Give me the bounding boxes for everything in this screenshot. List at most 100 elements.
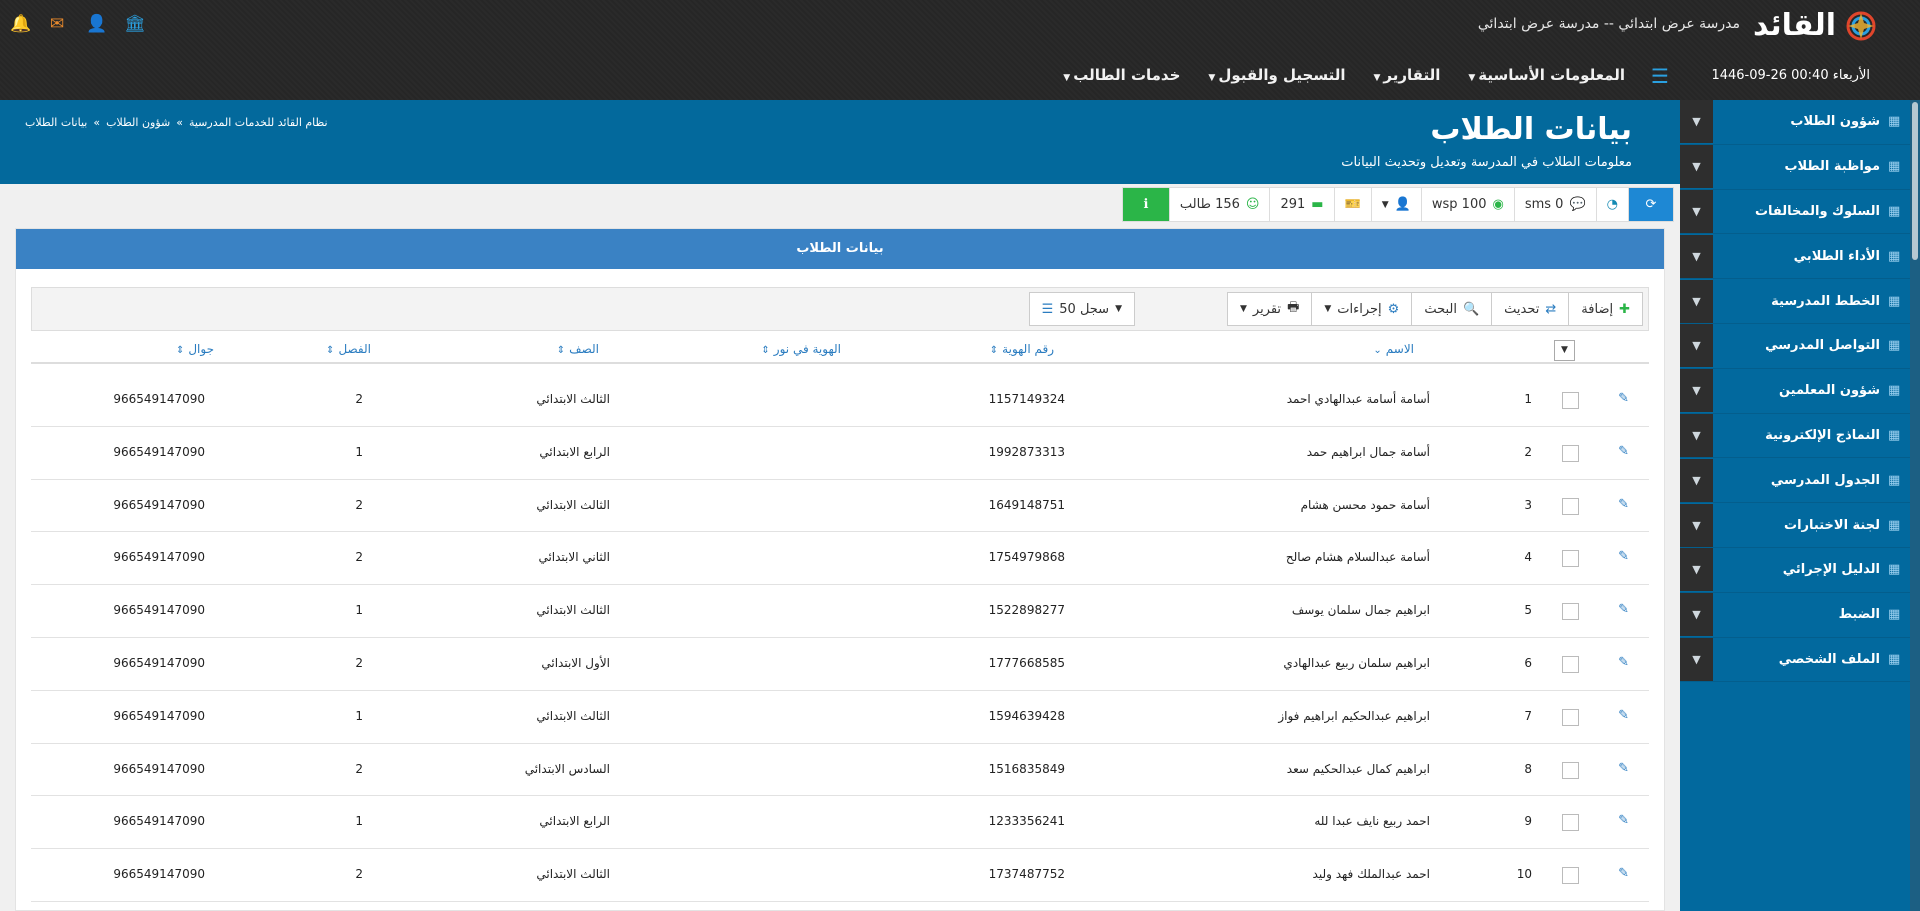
table-row[interactable]: ✎ 2 أسامة جمال ابراهيم حمد 1992873313 الرابع… xyxy=(31,427,1649,480)
column-label: الصف xyxy=(569,342,599,356)
students-counter[interactable]: ☺ 156 طالب xyxy=(1168,188,1270,221)
edit-icon[interactable]: ✎ xyxy=(1618,549,1629,564)
chevron-down-icon[interactable]: ▼ xyxy=(1680,324,1713,368)
row-checkbox[interactable] xyxy=(1562,867,1579,885)
user-icon[interactable]: 👤 xyxy=(86,14,107,34)
chevron-down-icon[interactable]: ▼ xyxy=(1680,458,1713,502)
row-checkbox[interactable] xyxy=(1562,708,1579,726)
scrollbar[interactable] xyxy=(1910,100,1920,911)
ticket-button[interactable]: 🎫 xyxy=(1333,188,1371,221)
column-name[interactable]: ⌄ الاسم xyxy=(1373,342,1414,356)
table-row[interactable]: ✎ 4 أسامة عبدالسلام هشام صالح 1754979868 الث… xyxy=(31,532,1649,586)
table-row[interactable]: ✎ 8 ابراهيم كمال عبدالحكيم سعد 1516835849 ال… xyxy=(31,744,1649,797)
sidebar-item[interactable]: ▼ التواصل المدرسي ▦ xyxy=(1680,324,1920,369)
breadcrumb-separator: » xyxy=(176,116,183,129)
table-row[interactable]: ✎ 6 ابراهيم سلمان ربيع عبدالهادي 1777668585… xyxy=(31,638,1649,691)
column-noor-id[interactable]: ⇕ الهوية في نور xyxy=(761,342,841,356)
sidebar-item[interactable]: ▼ الملف الشخصي ▦ xyxy=(1680,637,1920,683)
row-checkbox[interactable] xyxy=(1562,761,1579,779)
chevron-down-icon[interactable]: ▼ xyxy=(1680,503,1713,547)
row-checkbox[interactable] xyxy=(1562,497,1579,515)
row-checkbox[interactable] xyxy=(1562,444,1579,462)
edit-icon[interactable]: ✎ xyxy=(1618,444,1629,459)
menu-item-student-services[interactable]: خدمات الطالب▼ xyxy=(1063,66,1180,84)
sms-counter[interactable]: 💬 sms 0 xyxy=(1513,188,1596,221)
menu-toggle-icon[interactable]: ☰ xyxy=(1651,64,1669,88)
edit-icon[interactable]: ✎ xyxy=(1618,866,1629,881)
sidebar-item[interactable]: ▼ شؤون الطلاب ▦ xyxy=(1680,100,1920,145)
sidebar-item[interactable]: ▼ الدليل الإجرائي ▦ xyxy=(1680,548,1920,593)
add-button[interactable]: ✚ إضافة xyxy=(1568,292,1643,326)
breadcrumb-item[interactable]: شؤون الطلاب xyxy=(106,116,170,129)
info-button[interactable]: ℹ xyxy=(1122,188,1169,221)
table-row[interactable]: ✎ 10 احمد عبدالملك فهد وليد 1737487752 الثال… xyxy=(31,849,1649,902)
refresh-button[interactable]: ⇄ تحديث xyxy=(1491,292,1570,326)
records-per-page-dropdown[interactable]: ☰ 50 سجل ▼ xyxy=(1028,292,1135,326)
edit-icon[interactable]: ✎ xyxy=(1618,708,1629,723)
sidebar-item[interactable]: ▼ الجدول المدرسي ▦ xyxy=(1680,458,1920,504)
chevron-down-icon[interactable]: ▼ xyxy=(1680,189,1713,233)
student-name: ابراهيم سلمان ربيع عبدالهادي xyxy=(1283,655,1430,670)
edit-icon[interactable]: ✎ xyxy=(1618,761,1629,776)
select-all-dropdown[interactable]: ▼ xyxy=(1554,340,1575,361)
mail-icon[interactable]: ✉ xyxy=(48,14,66,34)
bell-icon[interactable]: 🔔 xyxy=(10,14,31,34)
app-logo[interactable]: القائد xyxy=(1753,8,1878,43)
id-number: 1157149324 xyxy=(988,392,1065,406)
search-button[interactable]: 🔍 البحث xyxy=(1411,292,1493,326)
grade: الثالث الابتدائي xyxy=(536,603,610,618)
reload-button[interactable]: ⟳ xyxy=(1628,188,1673,221)
sidebar-item[interactable]: ▼ شؤون المعلمين ▦ xyxy=(1680,369,1920,414)
chevron-down-icon[interactable]: ▼ xyxy=(1680,593,1713,637)
edit-icon[interactable]: ✎ xyxy=(1618,497,1629,512)
row-checkbox[interactable] xyxy=(1562,392,1579,409)
bank-icon[interactable]: 🏛 xyxy=(124,14,146,34)
ticket-icon: 🎫 xyxy=(1344,197,1361,212)
sidebar-item[interactable]: ▼ السلوك والمخالفات ▦ xyxy=(1680,189,1920,235)
id-number: 1522898277 xyxy=(988,603,1065,618)
sidebar-item-label: الملف الشخصي xyxy=(1778,651,1880,667)
sidebar-item[interactable]: ▼ مواظبة الطلاب ▦ xyxy=(1680,145,1920,190)
menu-item-reports[interactable]: التقارير▼ xyxy=(1374,66,1441,84)
table-row[interactable]: ✎ 3 أسامة حمود محسن هشام 1649148751 الثالث ا… xyxy=(31,480,1649,533)
scrollbar-thumb[interactable] xyxy=(1912,102,1918,260)
chevron-down-icon[interactable]: ▼ xyxy=(1680,100,1713,144)
whatsapp-counter[interactable]: ◉ wsp 100 xyxy=(1420,188,1514,221)
column-grade[interactable]: ⇕ الصف xyxy=(557,342,599,356)
chevron-down-icon[interactable]: ▼ xyxy=(1680,369,1713,413)
menu-item-basic-info[interactable]: المعلومات الأساسية▼ xyxy=(1468,66,1625,84)
row-checkbox[interactable] xyxy=(1562,814,1579,832)
chevron-down-icon[interactable]: ▼ xyxy=(1680,279,1713,323)
column-id-number[interactable]: ⇕ رقم الهوية xyxy=(990,342,1054,356)
sidebar-item[interactable]: ▼ الخطط المدرسية ▦ xyxy=(1680,279,1920,324)
table-row[interactable]: ✎ 1 أسامة أسامة عبدالهادي احمد 1157149324 ال… xyxy=(31,374,1649,427)
dashboard-button[interactable]: ◔ xyxy=(1595,188,1628,221)
sidebar-item[interactable]: ▼ الأداء الطلابي ▦ xyxy=(1680,234,1920,280)
table-row[interactable]: ✎ 9 احمد ربيع نايف عبدا لله 1233356241 الراب… xyxy=(31,796,1649,850)
sidebar-item[interactable]: ▼ النماذج الإلكترونية ▦ xyxy=(1680,413,1920,459)
user-menu-button[interactable]: 👤 ▼ xyxy=(1370,188,1421,221)
edit-icon[interactable]: ✎ xyxy=(1618,602,1629,617)
sidebar-item[interactable]: ▼ لجنة الاختبارات ▦ xyxy=(1680,503,1920,548)
menu-item-registration[interactable]: التسجيل والقبول▼ xyxy=(1208,66,1345,84)
chevron-down-icon[interactable]: ▼ xyxy=(1680,548,1713,592)
row-checkbox[interactable] xyxy=(1562,655,1579,673)
chevron-down-icon[interactable]: ▼ xyxy=(1680,413,1713,457)
report-dropdown[interactable]: 🖶 تقرير ▼ xyxy=(1226,292,1313,326)
breadcrumb-item[interactable]: نظام القائد للخدمات المدرسية xyxy=(189,116,328,129)
row-checkbox[interactable] xyxy=(1562,550,1579,568)
actions-dropdown[interactable]: ⚙ إجراءات ▼ xyxy=(1311,292,1413,326)
table-row[interactable]: ✎ 7 ابراهيم عبدالحكيم ابراهيم فواز 15946394… xyxy=(31,691,1649,744)
battery-counter[interactable]: ▬ 291 xyxy=(1269,188,1333,221)
edit-icon[interactable]: ✎ xyxy=(1618,813,1629,828)
column-class[interactable]: ⇕ الفصل xyxy=(326,342,371,356)
table-row[interactable]: ✎ 5 ابراهيم جمال سلمان يوسف 1522898277 الثال… xyxy=(31,585,1649,638)
edit-icon[interactable]: ✎ xyxy=(1618,655,1629,670)
chevron-down-icon[interactable]: ▼ xyxy=(1680,145,1713,189)
row-checkbox[interactable] xyxy=(1562,603,1579,621)
column-phone[interactable]: ⇕ جوال xyxy=(176,342,214,356)
edit-icon[interactable]: ✎ xyxy=(1618,391,1629,406)
sidebar-item[interactable]: ▼ الضبط ▦ xyxy=(1680,593,1920,638)
chevron-down-icon[interactable]: ▼ xyxy=(1680,637,1713,681)
chevron-down-icon[interactable]: ▼ xyxy=(1680,234,1713,278)
